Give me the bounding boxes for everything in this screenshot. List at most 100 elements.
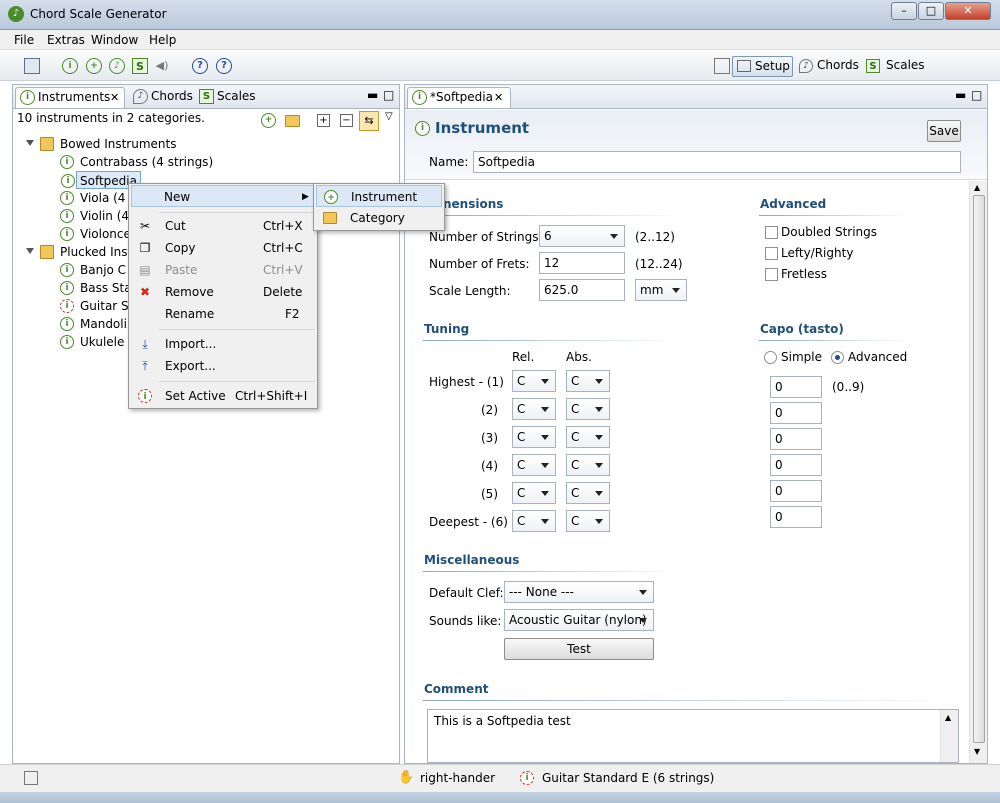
menu-extras[interactable]: Extras <box>47 33 85 47</box>
default-clef-select[interactable]: --- None --- <box>504 581 654 603</box>
tab-scales[interactable]: S Scales <box>195 87 263 108</box>
capo-simple-radio[interactable] <box>764 351 777 364</box>
tree-category-bowed[interactable]: Bowed Instruments <box>26 135 176 153</box>
tuning-rel-select[interactable]: C <box>512 398 556 420</box>
context-new[interactable]: New ▶ <box>131 185 315 207</box>
capo-input[interactable]: 0 <box>770 376 822 398</box>
close-window-button[interactable]: ✕ <box>945 2 991 20</box>
comment-scrollbar[interactable]: ▲ <box>940 710 958 762</box>
maximize-button[interactable]: □ <box>918 2 944 20</box>
comment-textarea[interactable]: This is a Softpedia test ▲ <box>427 709 959 763</box>
instrument-icon: i <box>60 335 74 349</box>
tree-category-plucked[interactable]: Plucked Instr <box>26 243 137 261</box>
tuning-rel-select[interactable]: C <box>512 482 556 504</box>
scroll-up-icon[interactable]: ▲ <box>945 713 951 722</box>
scroll-thumb[interactable] <box>973 195 985 743</box>
perspective-setup[interactable]: Setup <box>732 56 793 77</box>
lefty-checkbox[interactable] <box>765 247 778 260</box>
fast-view-icon[interactable] <box>24 771 38 785</box>
scale-unit-select[interactable]: mm <box>635 279 687 301</box>
minimize-view-icon[interactable]: ▬ <box>955 88 966 102</box>
new-category-icon[interactable] <box>285 115 300 127</box>
collapse-arrow-icon[interactable] <box>26 248 34 254</box>
link-editor-icon[interactable]: ⇆ <box>359 111 379 131</box>
instrument-icon: i <box>60 209 74 223</box>
open-perspective-icon[interactable] <box>714 58 730 74</box>
capo-input[interactable]: 0 <box>770 402 822 424</box>
tuning-rel-select[interactable]: C <box>512 454 556 476</box>
tuning-rel-select[interactable]: C <box>512 510 556 532</box>
tuning-abs-select[interactable]: C <box>566 398 610 420</box>
scale-length-input[interactable]: 625.0 <box>539 279 625 301</box>
section-divider <box>759 215 909 216</box>
capo-input[interactable]: 0 <box>770 480 822 502</box>
tree-item[interactable]: i Violoncel <box>60 225 134 243</box>
tab-chords[interactable]: ♪ Chords <box>129 87 201 108</box>
menu-separator <box>159 212 315 213</box>
new-instrument-icon[interactable]: + <box>261 113 276 128</box>
tree-item[interactable]: i Contrabass (4 strings) <box>60 153 213 171</box>
perspective-chords[interactable]: ♪ Chords <box>797 56 863 77</box>
menu-help[interactable]: Help <box>149 33 176 47</box>
new-instrument-icon[interactable]: + <box>86 58 102 74</box>
scroll-up-icon[interactable]: ▲ <box>974 183 980 192</box>
context-import[interactable]: ⤓ Import... <box>131 333 315 355</box>
capo-input[interactable]: 0 <box>770 506 822 528</box>
menu-window[interactable]: Window <box>91 33 138 47</box>
scroll-down-icon[interactable]: ▼ <box>974 747 980 756</box>
tuning-abs-select[interactable]: C <box>566 370 610 392</box>
tuning-abs-select[interactable]: C <box>566 454 610 476</box>
help-contents-icon[interactable]: ? <box>216 58 232 74</box>
maximize-view-icon[interactable]: □ <box>383 88 394 102</box>
expand-all-icon[interactable]: + <box>317 114 330 127</box>
tuning-abs-select[interactable]: C <box>566 482 610 504</box>
menu-file[interactable]: File <box>14 33 34 47</box>
tree-item[interactable]: i Banjo C ( <box>60 261 135 279</box>
close-tab-icon[interactable]: ✕ <box>110 88 119 107</box>
context-cut[interactable]: ✂ Cut Ctrl+X <box>131 215 315 237</box>
fretless-checkbox[interactable] <box>765 268 778 281</box>
test-button[interactable]: Test <box>504 638 654 660</box>
doubled-strings-checkbox[interactable] <box>765 226 778 239</box>
tuning-abs-select[interactable]: C <box>566 426 610 448</box>
tuning-abs-select[interactable]: C <box>566 510 610 532</box>
tuning-rel-select[interactable]: C <box>512 370 556 392</box>
editor-scrollbar[interactable]: ▲ ▼ <box>969 181 987 763</box>
context-paste[interactable]: ▤ Paste Ctrl+V <box>131 259 315 281</box>
save-icon[interactable] <box>24 58 40 74</box>
minimize-button[interactable]: – <box>891 2 917 20</box>
strings-select[interactable]: 6 <box>539 225 625 247</box>
tab-softpedia[interactable]: i *Softpedia ✕ <box>407 87 511 108</box>
tab-instruments[interactable]: i Instruments ✕ <box>15 87 125 108</box>
maximize-view-icon[interactable]: □ <box>971 88 982 102</box>
context-set-active[interactable]: i Set Active Ctrl+Shift+I <box>131 385 315 407</box>
frets-input[interactable]: 12 <box>539 252 625 274</box>
save-button[interactable]: Save <box>927 120 961 142</box>
perspective-scales[interactable]: S Scales <box>864 56 929 77</box>
new-scale-icon[interactable]: S <box>132 58 148 74</box>
close-tab-icon[interactable]: ✕ <box>494 88 503 107</box>
view-menu-icon[interactable]: ▽ <box>385 111 393 122</box>
submenu-instrument[interactable]: + Instrument <box>316 185 442 207</box>
submenu-category[interactable]: Category <box>316 207 442 229</box>
capo-input[interactable]: 0 <box>770 428 822 450</box>
context-remove[interactable]: ✖ Remove Delete <box>131 281 315 303</box>
editor-tabbar: i *Softpedia ✕ ▬ □ <box>405 85 987 109</box>
context-export[interactable]: ⤒ Export... <box>131 355 315 377</box>
collapse-all-icon[interactable]: − <box>340 114 353 127</box>
tuning-rel-select[interactable]: C <box>512 426 556 448</box>
capo-advanced-radio[interactable] <box>831 351 844 364</box>
sound-icon[interactable]: ◀) <box>154 58 170 74</box>
context-rename[interactable]: Rename F2 <box>131 303 315 325</box>
capo-input[interactable]: 0 <box>770 454 822 476</box>
context-copy[interactable]: ❐ Copy Ctrl+C <box>131 237 315 259</box>
tree-item[interactable]: i Mandolin <box>60 315 135 333</box>
minimize-view-icon[interactable]: ▬ <box>367 88 378 102</box>
new-chord-icon[interactable]: ♪ <box>109 58 125 74</box>
collapse-arrow-icon[interactable] <box>26 140 34 146</box>
name-input[interactable]: Softpedia <box>473 151 961 173</box>
instrument-icon[interactable]: i <box>62 58 78 74</box>
help-icon[interactable]: ? <box>192 58 208 74</box>
sounds-like-select[interactable]: Acoustic Guitar (nylon) <box>504 609 654 631</box>
hand-icon: ✋ <box>398 770 415 785</box>
